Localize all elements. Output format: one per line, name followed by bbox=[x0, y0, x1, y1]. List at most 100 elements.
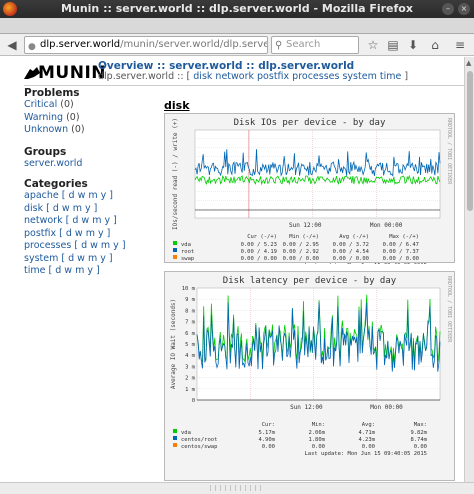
legend-value: 8.74m bbox=[410, 437, 427, 443]
legend-value: 4.23m bbox=[358, 437, 375, 443]
last-update-text: Last update: Mon Jun 15 09:40:05 2015 bbox=[304, 451, 427, 457]
problem-item[interactable]: Critical (0) bbox=[24, 99, 154, 112]
category-name[interactable]: disk bbox=[24, 203, 43, 214]
vertical-scrollbar[interactable]: ▲ bbox=[464, 57, 474, 482]
problems-heading: Problems bbox=[24, 87, 80, 99]
category-item[interactable]: network [ d w m y ] bbox=[24, 215, 154, 228]
legend-column-header: Avg (-/+) bbox=[339, 234, 369, 240]
y-axis-label: IOs/second read (-) / write (+) bbox=[172, 118, 179, 230]
disk-latency-graph[interactable]: Disk latency per device - by day RRDTOOL… bbox=[164, 271, 455, 481]
category-period-links[interactable]: [ d w m y ] bbox=[61, 253, 112, 264]
search-placeholder: Search bbox=[286, 39, 321, 50]
problem-item[interactable]: Warning (0) bbox=[24, 112, 154, 125]
problem-label[interactable]: Critical bbox=[24, 99, 57, 110]
legend-series-name: vda bbox=[181, 242, 191, 248]
problem-label[interactable]: Warning bbox=[24, 112, 63, 123]
category-period-links[interactable]: [ d w m y ] bbox=[74, 240, 125, 251]
back-icon[interactable]: ◀ bbox=[4, 37, 20, 53]
url-bar[interactable]: ● dlp.server.world/munin/server.world/dl… bbox=[24, 36, 268, 54]
bookmarks-menu-icon[interactable]: ▤ bbox=[385, 37, 401, 53]
legend-value: 0.00 / 7.37 bbox=[383, 249, 419, 255]
category-period-links[interactable]: [ d w m y ] bbox=[49, 265, 100, 276]
legend-swatch bbox=[173, 429, 177, 433]
logo-text: MUNIN bbox=[38, 63, 107, 83]
category-item[interactable]: time [ d w m y ] bbox=[24, 265, 154, 278]
legend-value: 0.00 / 3.72 bbox=[333, 242, 369, 248]
legend-value: 9.82m bbox=[410, 430, 427, 436]
legend-series-name: root bbox=[181, 249, 194, 255]
legend-value: 0.00 / 5.23 bbox=[241, 242, 277, 248]
groups-heading: Groups bbox=[24, 145, 67, 158]
legend-column-header: Avg: bbox=[362, 422, 375, 428]
y-tick-label: 5 m bbox=[185, 342, 196, 348]
y-tick-label: 4 m bbox=[185, 353, 196, 359]
bookmark-star-icon[interactable]: ☆ bbox=[365, 37, 381, 53]
category-period-links[interactable]: [ d w m y ] bbox=[66, 215, 117, 226]
window-titlebar: Munin :: server.world :: dlp.server.worl… bbox=[0, 0, 474, 18]
page-content: MUNIN Overview :: server.world :: dlp.se… bbox=[0, 57, 464, 482]
close-icon[interactable]: × bbox=[458, 3, 470, 15]
x-tick-label: Sun 12:00 bbox=[290, 404, 323, 411]
x-tick-label: Mon 00:00 bbox=[370, 404, 403, 411]
header-divider bbox=[24, 85, 464, 86]
home-icon[interactable]: ⌂ bbox=[427, 37, 443, 53]
category-name[interactable]: apache bbox=[24, 190, 59, 201]
legend-value: 0.00 / 0.00 bbox=[283, 256, 319, 262]
munin-header: MUNIN Overview :: server.world :: dlp.se… bbox=[0, 57, 464, 87]
legend-value: 0.00 bbox=[262, 444, 275, 450]
legend-value: 0.00 bbox=[414, 444, 427, 450]
resize-grip bbox=[210, 485, 264, 491]
legend-value: 0.00 / 2.92 bbox=[283, 249, 319, 255]
legend-series-name: swap bbox=[181, 256, 194, 262]
search-input[interactable]: ⚲ Search bbox=[271, 36, 359, 54]
disk-ios-graph[interactable]: Disk IOs per device - by day RRDTOOL / T… bbox=[164, 113, 455, 264]
category-item[interactable]: processes [ d w m y ] bbox=[24, 240, 154, 253]
category-item[interactable]: apache [ d w m y ] bbox=[24, 190, 154, 203]
category-item[interactable]: disk [ d w m y ] bbox=[24, 203, 154, 216]
url-path: /munin/server.world/dlp.server.world/ bbox=[120, 39, 267, 50]
legend-column-header: Max (-/+) bbox=[389, 234, 419, 240]
y-tick-label: 2 m bbox=[185, 376, 196, 382]
y-tick-label: 6 m bbox=[185, 331, 196, 337]
category-nav-links[interactable]: disk network postfix processes system ti… bbox=[193, 71, 401, 82]
category-period-links[interactable]: [ d w m y ] bbox=[62, 190, 113, 201]
category-item[interactable]: postfix [ d w m y ] bbox=[24, 228, 154, 241]
category-name[interactable]: time bbox=[24, 265, 45, 276]
section-title-disk[interactable]: disk bbox=[164, 99, 464, 112]
legend-value: 0.00 / 2.95 bbox=[283, 242, 319, 248]
category-period-links[interactable]: [ d w m y ] bbox=[46, 203, 97, 214]
x-tick-label: Sun 12:00 bbox=[289, 222, 322, 229]
legend-value: 0.00 / 0.00 bbox=[241, 256, 277, 262]
legend-value: 0.00 bbox=[362, 444, 375, 450]
group-link[interactable]: server.world bbox=[24, 158, 154, 171]
y-tick-label: 10 m bbox=[182, 286, 196, 292]
legend-column-header: Max: bbox=[414, 422, 427, 428]
category-name[interactable]: processes bbox=[24, 240, 71, 251]
legend-value: 4.90m bbox=[258, 437, 275, 443]
legend-column-header: Min (-/+) bbox=[289, 234, 319, 240]
legend-value: 0.00 bbox=[312, 444, 325, 450]
munin-logo[interactable]: MUNIN bbox=[24, 62, 106, 84]
problem-label[interactable]: Unknown bbox=[24, 124, 68, 135]
legend-swatch-swap bbox=[173, 255, 177, 259]
y-tick-label: 1 m bbox=[185, 387, 196, 393]
x-tick-label: Mon 00:00 bbox=[370, 222, 403, 229]
minimize-icon[interactable]: – bbox=[442, 3, 454, 15]
scrollbar-thumb[interactable] bbox=[467, 71, 473, 211]
status-bar bbox=[0, 482, 474, 494]
download-icon[interactable]: ⬇ bbox=[405, 37, 421, 53]
last-update-text: Last update: Mon Jun 15 09:40:05 2015 bbox=[304, 263, 427, 264]
category-name[interactable]: network bbox=[24, 215, 63, 226]
category-period-links[interactable]: [ d w m y ] bbox=[59, 228, 110, 239]
y-axis-label: Average IO Wait (seconds) bbox=[170, 299, 177, 389]
menu-icon[interactable]: ≡ bbox=[452, 37, 468, 53]
category-nav: dlp.server.world :: [ disk network postf… bbox=[98, 71, 408, 82]
scroll-up-icon[interactable]: ▲ bbox=[466, 59, 471, 67]
category-name[interactable]: system bbox=[24, 253, 58, 264]
y-tick-label: 8 m bbox=[185, 308, 196, 314]
category-nav-end: ] bbox=[401, 71, 409, 82]
category-name[interactable]: postfix bbox=[24, 228, 56, 239]
legend-value: 1.80m bbox=[308, 437, 325, 443]
problem-item[interactable]: Unknown (0) bbox=[24, 124, 154, 137]
category-item[interactable]: system [ d w m y ] bbox=[24, 253, 154, 266]
